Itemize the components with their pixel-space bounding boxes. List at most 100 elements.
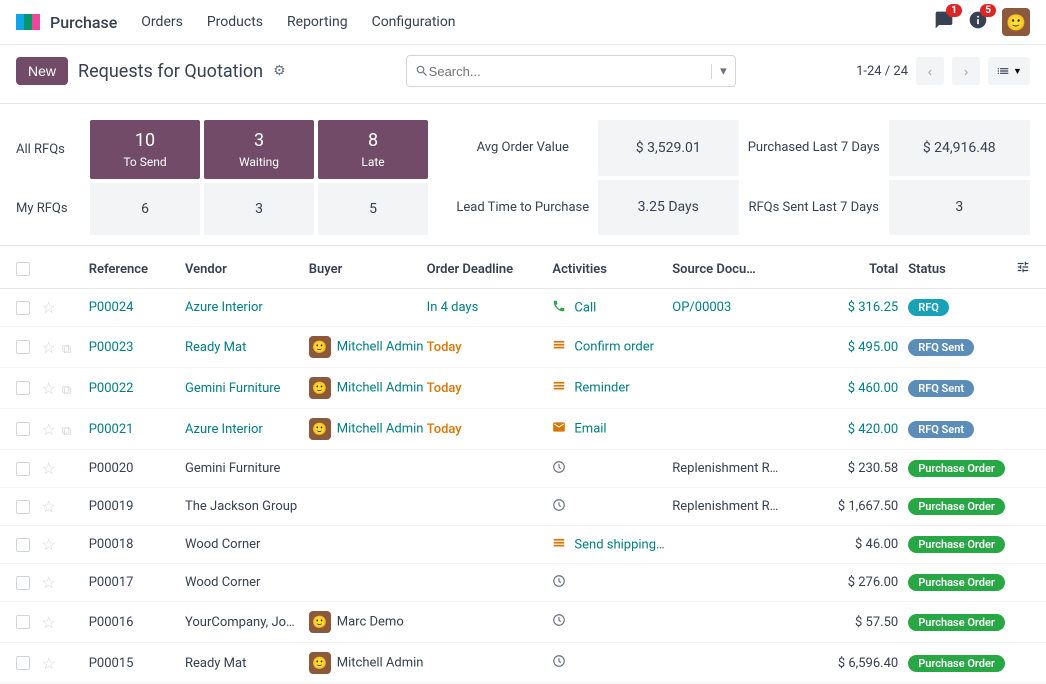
activity-text[interactable]: Send shipping… <box>574 537 664 552</box>
table-row[interactable]: ☆P00018Wood CornerSend shipping…$ 46.00P… <box>0 526 1046 564</box>
nav-orders[interactable]: Orders <box>141 14 183 30</box>
star-icon[interactable]: ☆ <box>42 298 56 317</box>
nav-configuration[interactable]: Configuration <box>372 14 456 30</box>
vendor-name[interactable]: Ready Mat <box>185 340 246 355</box>
activity-text[interactable]: Email <box>574 421 606 436</box>
order-deadline[interactable]: Today <box>427 340 462 355</box>
total-amount[interactable]: $ 495.00 <box>812 340 908 355</box>
table-row[interactable]: ☆⧉P00022Gemini Furniture🙂Mitchell AdminT… <box>0 368 1046 409</box>
star-icon[interactable]: ☆ <box>42 459 56 478</box>
vendor-name[interactable]: Azure Interior <box>185 422 263 437</box>
order-deadline[interactable]: Today <box>427 381 462 396</box>
clipboard-icon[interactable]: ⧉ <box>62 383 71 398</box>
activity-icon[interactable] <box>552 338 568 356</box>
search-box[interactable]: ▾ <box>406 55 736 87</box>
vendor-name[interactable]: YourCompany, Jo… <box>185 615 295 630</box>
star-icon[interactable]: ☆ <box>42 420 56 439</box>
activity-text[interactable]: Call <box>574 300 596 315</box>
reference-link[interactable]: P00016 <box>89 615 134 630</box>
order-deadline[interactable]: In 4 days <box>427 300 479 315</box>
star-icon[interactable]: ☆ <box>42 573 56 592</box>
table-row[interactable]: ☆P00020Gemini FurnitureReplenishment R…$… <box>0 450 1046 488</box>
col-total[interactable]: Total <box>812 262 908 277</box>
activity-icon[interactable] <box>552 536 568 554</box>
activity-icon[interactable] <box>552 498 568 516</box>
order-deadline[interactable]: Today <box>427 422 462 437</box>
user-avatar[interactable]: 🙂 <box>1002 8 1030 36</box>
column-options-icon[interactable] <box>1010 260 1030 278</box>
select-all-checkbox[interactable] <box>16 262 30 276</box>
buyer-name[interactable]: Mitchell Admin <box>337 339 424 354</box>
star-icon[interactable]: ☆ <box>42 613 56 632</box>
star-icon[interactable]: ☆ <box>42 535 56 554</box>
reference-link[interactable]: P00022 <box>89 381 134 396</box>
activity-icon[interactable] <box>552 654 568 672</box>
row-checkbox[interactable] <box>16 301 30 315</box>
total-amount[interactable]: $ 420.00 <box>812 422 908 437</box>
vendor-name[interactable]: Gemini Furniture <box>185 381 280 396</box>
table-row[interactable]: ☆P00019The Jackson GroupReplenishment R…… <box>0 488 1046 526</box>
reference-link[interactable]: P00021 <box>89 422 134 437</box>
col-status[interactable]: Status <box>908 262 1010 277</box>
reference-link[interactable]: P00015 <box>89 656 134 671</box>
row-checkbox[interactable] <box>16 422 30 436</box>
reference-link[interactable]: P00023 <box>89 340 134 355</box>
clipboard-icon[interactable]: ⧉ <box>62 342 71 357</box>
row-checkbox[interactable] <box>16 615 30 629</box>
card-to-send[interactable]: 10 To Send <box>90 120 200 179</box>
card-late[interactable]: 8 Late <box>318 120 428 179</box>
table-row[interactable]: ☆P00024Azure InteriorIn 4 daysCallOP/000… <box>0 289 1046 327</box>
row-checkbox[interactable] <box>16 340 30 354</box>
total-amount[interactable]: $ 316.25 <box>812 300 908 315</box>
col-vendor[interactable]: Vendor <box>185 262 309 277</box>
star-icon[interactable]: ☆ <box>42 338 56 357</box>
view-switcher[interactable]: ▼ <box>988 57 1030 85</box>
pager-prev-button[interactable]: ‹ <box>916 57 944 85</box>
card-waiting[interactable]: 3 Waiting <box>204 120 314 179</box>
card-my-waiting[interactable]: 3 <box>204 183 314 235</box>
row-checkbox[interactable] <box>16 538 30 552</box>
vendor-name[interactable]: Gemini Furniture <box>185 461 280 476</box>
activity-text[interactable]: Confirm order <box>574 339 654 354</box>
activities-icon[interactable]: 5 <box>968 10 988 34</box>
buyer-name[interactable]: Mitchell Admin <box>337 421 424 436</box>
vendor-name[interactable]: Azure Interior <box>185 300 263 315</box>
buyer-name[interactable]: Mitchell Admin <box>337 380 424 395</box>
activity-icon[interactable] <box>552 299 568 317</box>
activity-icon[interactable] <box>552 420 568 438</box>
reference-link[interactable]: P00020 <box>89 461 134 476</box>
activity-icon[interactable] <box>552 379 568 397</box>
reference-link[interactable]: P00019 <box>89 499 134 514</box>
col-source[interactable]: Source Docu… <box>672 262 812 277</box>
reference-link[interactable]: P00024 <box>89 300 134 315</box>
clipboard-icon[interactable]: ⧉ <box>62 424 71 439</box>
col-activities[interactable]: Activities <box>552 262 672 277</box>
nav-products[interactable]: Products <box>207 14 263 30</box>
vendor-name[interactable]: Ready Mat <box>185 656 246 671</box>
reference-link[interactable]: P00018 <box>89 537 134 552</box>
vendor-name[interactable]: Wood Corner <box>185 537 260 552</box>
app-name[interactable]: Purchase <box>50 13 117 32</box>
col-reference[interactable]: Reference <box>89 262 185 277</box>
col-deadline[interactable]: Order Deadline <box>427 262 553 277</box>
star-icon[interactable]: ☆ <box>42 654 56 673</box>
activity-icon[interactable] <box>552 613 568 631</box>
table-row[interactable]: ☆⧉P00023Ready Mat🙂Mitchell AdminTodayCon… <box>0 327 1046 368</box>
new-button[interactable]: New <box>16 57 68 85</box>
card-my-late[interactable]: 5 <box>318 183 428 235</box>
search-input[interactable] <box>429 64 711 79</box>
row-checkbox[interactable] <box>16 381 30 395</box>
star-icon[interactable]: ☆ <box>42 497 56 516</box>
vendor-name[interactable]: Wood Corner <box>185 575 260 590</box>
gear-icon[interactable]: ⚙ <box>273 63 286 79</box>
row-checkbox[interactable] <box>16 576 30 590</box>
total-amount[interactable]: $ 460.00 <box>812 381 908 396</box>
pager-next-button[interactable]: › <box>952 57 980 85</box>
app-logo[interactable] <box>16 14 40 30</box>
col-buyer[interactable]: Buyer <box>309 262 427 277</box>
table-row[interactable]: ☆P00015Ready Mat🙂Mitchell Admin$ 6,596.4… <box>0 643 1046 684</box>
row-checkbox[interactable] <box>16 462 30 476</box>
activity-icon[interactable] <box>552 460 568 478</box>
row-checkbox[interactable] <box>16 656 30 670</box>
table-row[interactable]: ☆⧉P00021Azure Interior🙂Mitchell AdminTod… <box>0 409 1046 450</box>
